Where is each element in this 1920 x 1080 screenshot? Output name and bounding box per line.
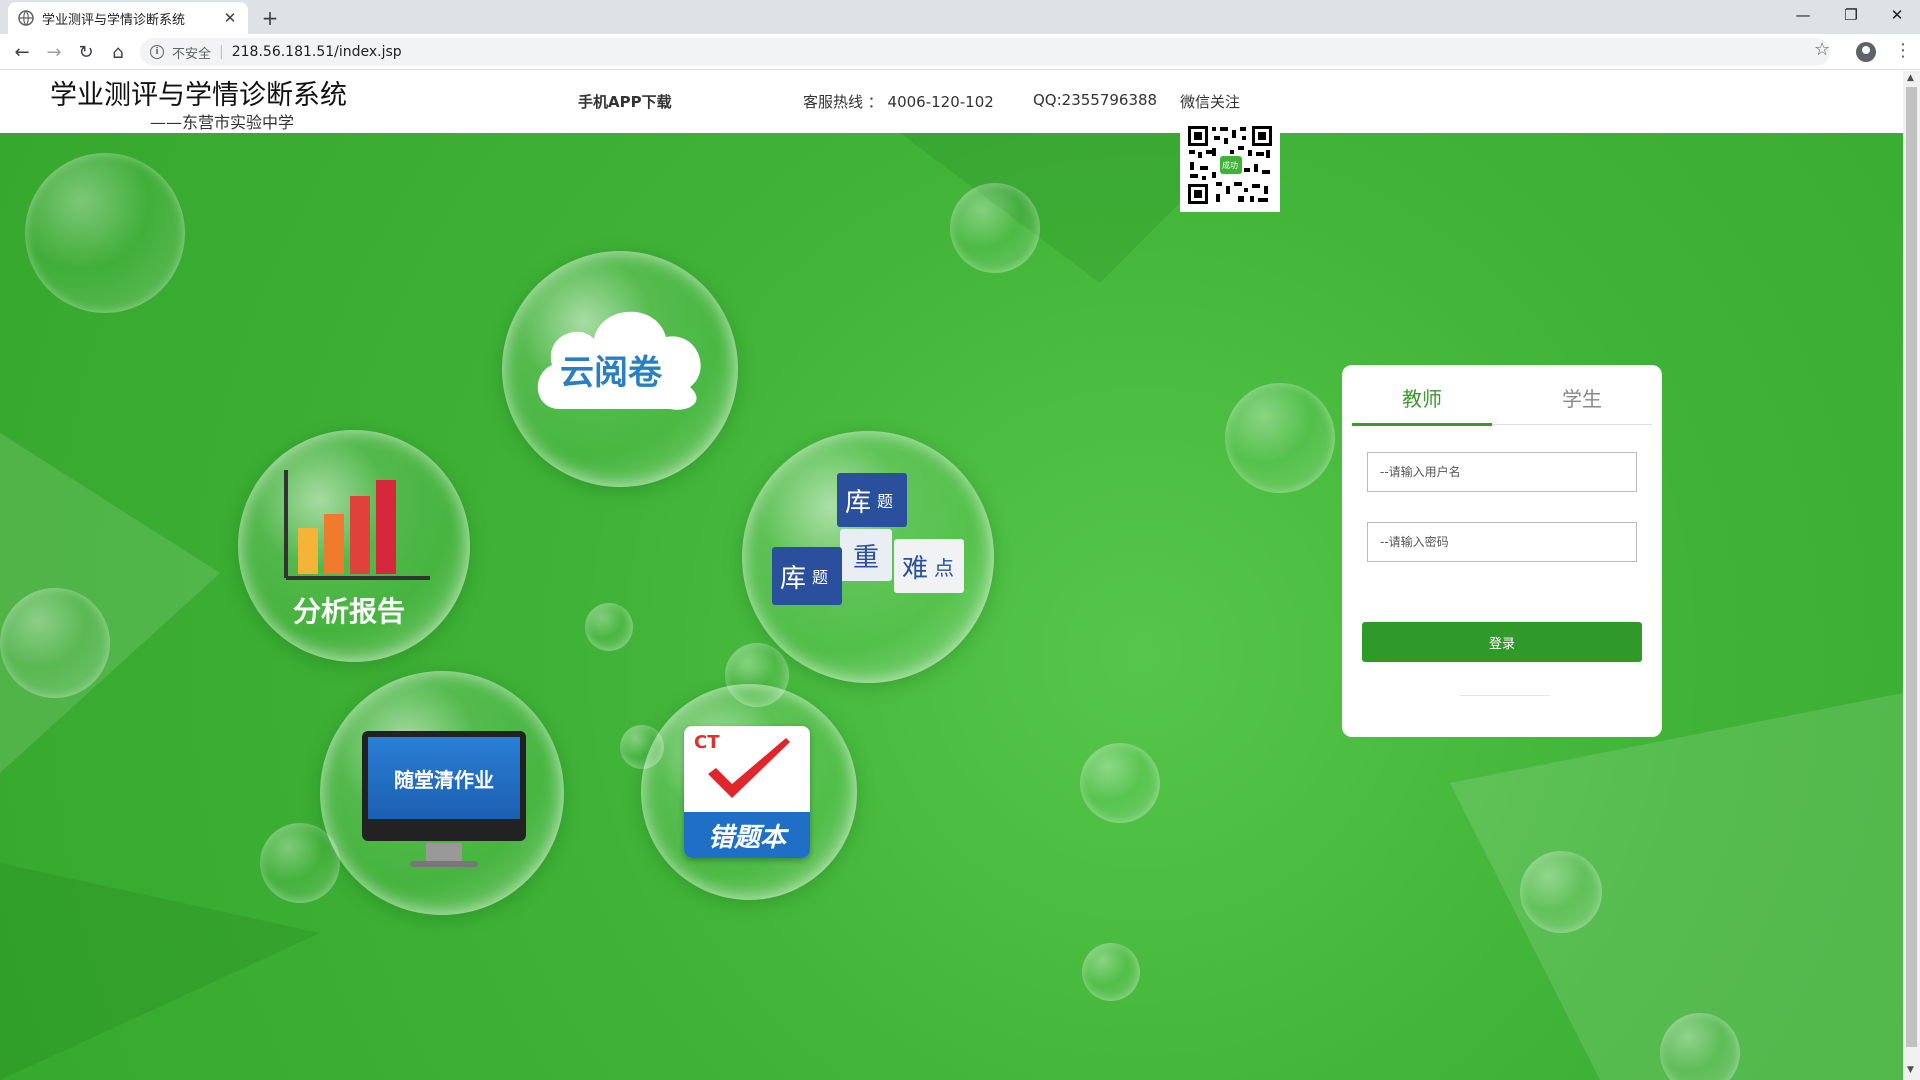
address-bar[interactable]: i 不安全 | 218.56.181.51/index.jsp — [140, 38, 1830, 66]
home-icon[interactable]: ⌂ — [106, 40, 130, 64]
username-input[interactable] — [1367, 452, 1637, 492]
question-bank-bubble[interactable]: 库 题 重 难 点 库 题 — [742, 431, 994, 683]
question-bank-cube-middle: 重 — [840, 529, 892, 581]
decor-bubble — [1520, 851, 1602, 933]
cube-char: 点 — [934, 555, 955, 580]
checkmark-icon — [708, 738, 790, 798]
monitor-stand — [426, 843, 462, 863]
tab-student[interactable]: 学生 — [1512, 383, 1652, 412]
cloud-marking-label: 云阅卷 — [560, 353, 662, 393]
homework-label: 随堂清作业 — [394, 767, 494, 792]
forward-icon[interactable]: → — [42, 40, 66, 64]
homework-bubble[interactable]: 随堂清作业 — [320, 671, 564, 915]
omnibox-divider: | — [219, 44, 224, 60]
menu-kebab-icon[interactable]: ⋮ — [1894, 40, 1912, 61]
site-subtitle: ——东营市实验中学 — [150, 113, 295, 132]
bar-chart-icon — [284, 470, 430, 580]
site-header: 学业测评与学情诊断系统 ——东营市实验中学 手机APP下载 客服热线 ： 400… — [0, 71, 1903, 133]
qq-contact: QQ:2355796388 — [1033, 91, 1158, 109]
decor-bubble — [1082, 943, 1140, 1001]
security-status: 不安全 — [172, 46, 212, 62]
mistake-book-bubble[interactable]: CT 错题本 — [641, 684, 857, 900]
question-bank-cube-left: 库 题 — [772, 547, 842, 605]
window-close-icon[interactable]: ✕ — [1874, 0, 1920, 30]
decor-bubble — [1225, 383, 1335, 493]
new-tab-button[interactable]: + — [258, 6, 282, 30]
globe-icon — [18, 10, 34, 26]
close-tab-icon[interactable]: ✕ — [222, 9, 238, 27]
cube-char: 库 — [845, 487, 872, 518]
password-input[interactable] — [1367, 522, 1637, 562]
hero-area: 云阅卷 分析报告 库 题 重 难 点 库 题 随堂清作业 CT 错题本 教师 学… — [0, 133, 1903, 1080]
cube-char: 库 — [780, 563, 807, 594]
decor-bubble — [950, 183, 1040, 273]
decor-bubble — [585, 603, 633, 651]
wechat-follow-label: 微信关注 — [1180, 93, 1241, 111]
mistake-book-label: 错题本 — [707, 822, 786, 853]
cube-char: 难 — [902, 553, 929, 584]
cube-char: 重 — [852, 542, 879, 573]
decor-bubble — [25, 153, 185, 313]
tab-teacher[interactable]: 教师 — [1352, 383, 1492, 412]
url-text[interactable]: 218.56.181.51/index.jsp — [232, 44, 402, 60]
browser-tab[interactable]: 学业测评与学情诊断系统 ✕ — [8, 2, 248, 34]
browser-toolbar: ← → ↻ ⌂ i 不安全 | 218.56.181.51/index.jsp … — [0, 34, 1920, 70]
scroll-down-arrow-icon[interactable]: ▼ — [1907, 1065, 1914, 1075]
login-button[interactable]: 登录 — [1362, 622, 1642, 662]
login-tabs: 教师 学生 — [1352, 365, 1652, 426]
active-tab-indicator — [1352, 423, 1492, 426]
analysis-report-label: 分析报告 — [293, 595, 406, 628]
app-download-link[interactable]: 手机APP下载 — [578, 91, 672, 112]
browser-tab-title: 学业测评与学情诊断系统 — [42, 12, 186, 28]
info-icon[interactable]: i — [150, 45, 164, 59]
page-viewport: 学业测评与学情诊断系统 ——东营市实验中学 手机APP下载 客服热线 ： 400… — [0, 71, 1903, 1080]
back-icon[interactable]: ← — [10, 40, 34, 64]
decor-bubble — [0, 588, 110, 698]
monitor-icon: 随堂清作业 — [362, 731, 526, 841]
scrollbar-thumb[interactable] — [1906, 87, 1917, 1047]
analysis-report-bubble[interactable]: 分析报告 — [238, 430, 470, 662]
profile-icon[interactable] — [1856, 42, 1876, 62]
reload-icon[interactable]: ↻ — [74, 40, 98, 64]
login-card: 教师 学生 登录 — [1342, 365, 1662, 737]
divider — [1460, 695, 1550, 696]
minimize-icon[interactable]: — — [1780, 0, 1826, 30]
wechat-qr-code: 成功 — [1180, 118, 1280, 212]
page-scrollbar[interactable]: ▲ ▼ — [1903, 71, 1920, 1080]
cube-char: 题 — [877, 492, 894, 511]
question-bank-cube-right: 难 点 — [894, 539, 964, 593]
restore-icon[interactable]: ❐ — [1828, 0, 1874, 30]
service-hotline: 客服热线 ： 4006-120-102 — [803, 93, 994, 111]
browser-tabstrip: 学业测评与学情诊断系统 ✕ + — ❐ ✕ — [0, 0, 1920, 34]
monitor-base — [410, 861, 478, 867]
scroll-up-arrow-icon[interactable]: ▲ — [1907, 73, 1914, 83]
question-bank-cube-top: 库 题 — [837, 473, 907, 527]
cube-char: 题 — [812, 568, 829, 587]
qr-badge-text: 成功 — [1222, 161, 1238, 170]
site-title: 学业测评与学情诊断系统 — [50, 80, 347, 111]
cloud-marking-bubble[interactable]: 云阅卷 — [502, 251, 738, 487]
decor-bubble — [1080, 743, 1160, 823]
mistake-book-icon: CT 错题本 — [684, 726, 810, 858]
bookmark-star-icon[interactable]: ☆ — [1814, 39, 1830, 60]
